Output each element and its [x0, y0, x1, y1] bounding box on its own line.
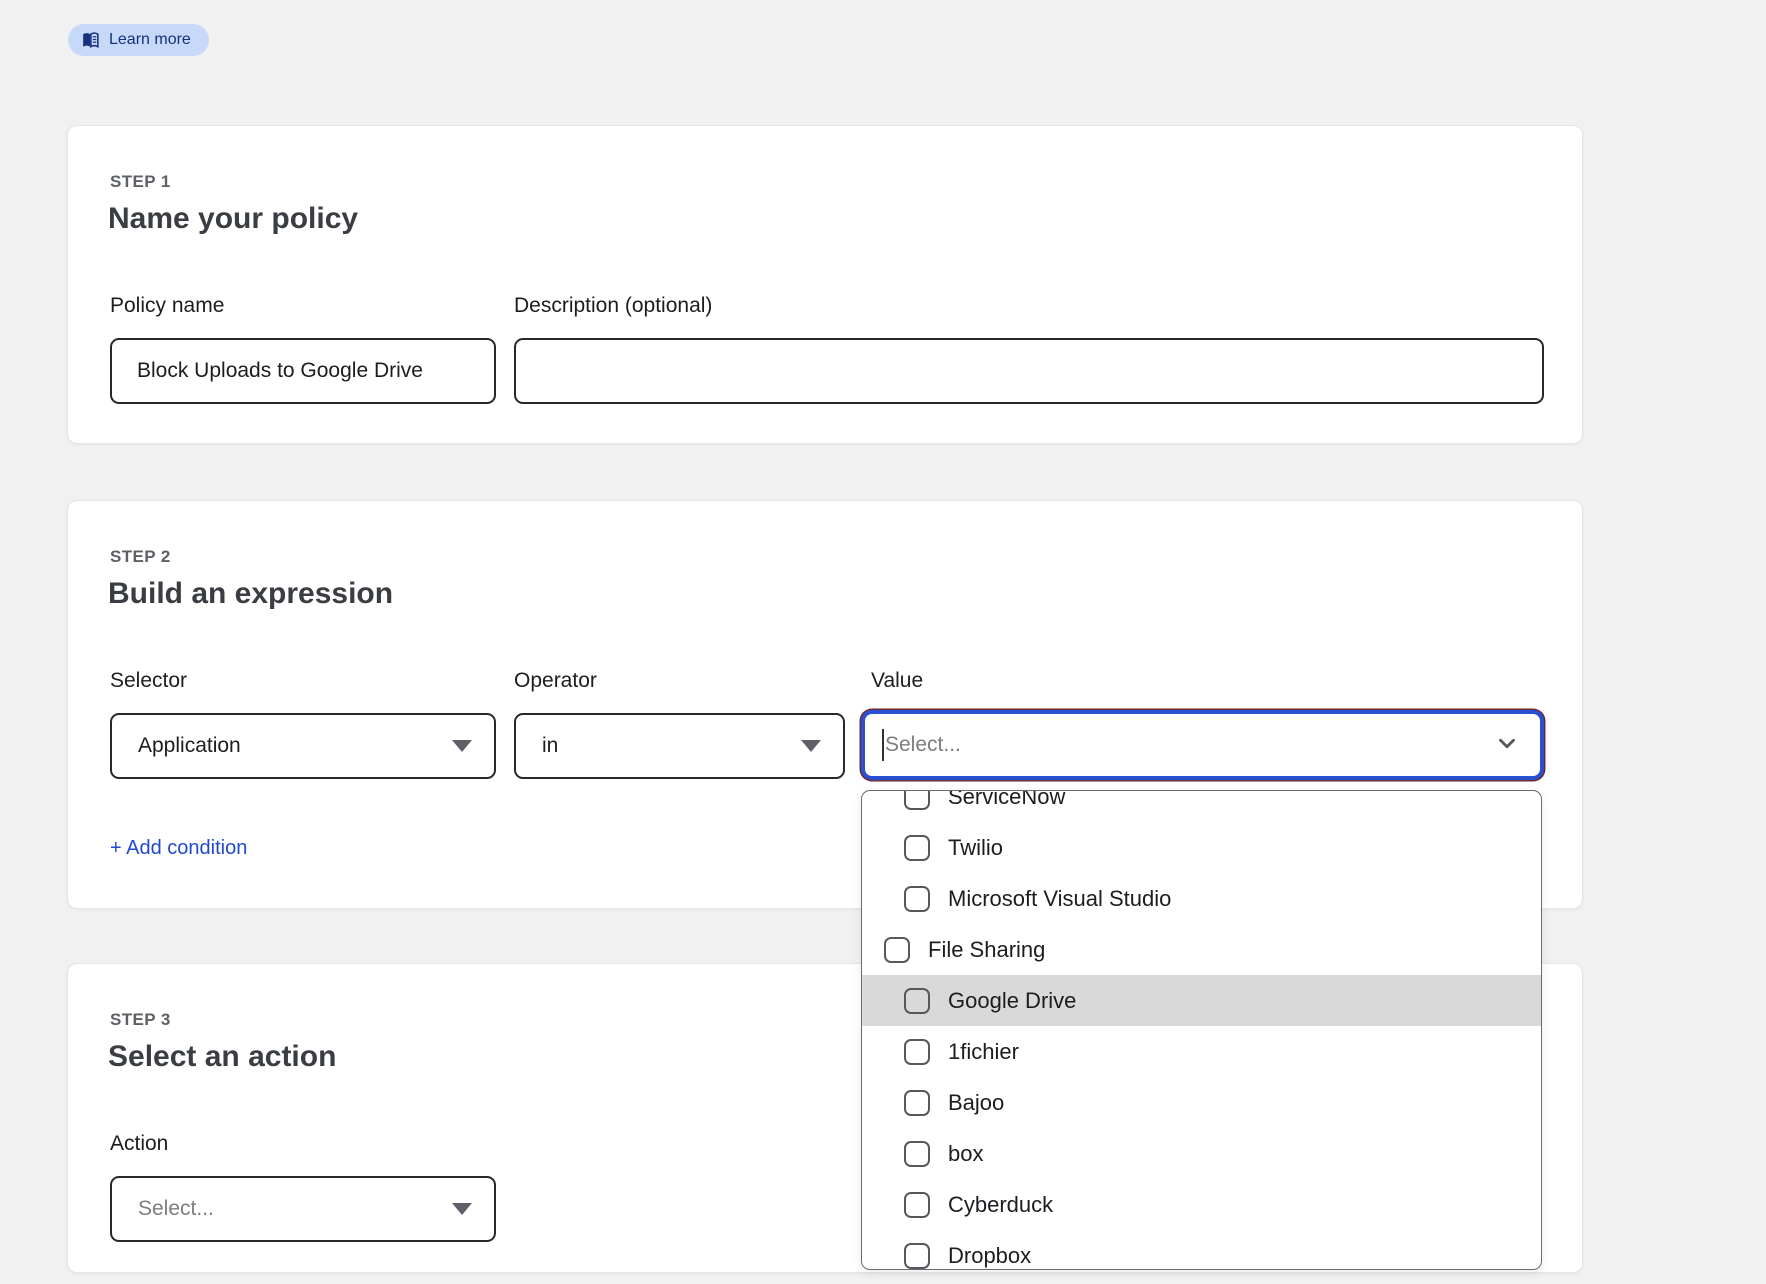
dropdown-arrow-icon [452, 1203, 472, 1215]
option-label: Bajoo [948, 1090, 1004, 1116]
checkbox[interactable] [904, 1141, 930, 1167]
checkbox[interactable] [884, 937, 910, 963]
action-label: Action [110, 1132, 496, 1156]
checkbox[interactable] [904, 1090, 930, 1116]
checkbox[interactable] [904, 790, 930, 810]
checkbox[interactable] [904, 988, 930, 1014]
dropdown-option-dropbox[interactable]: Dropbox [862, 1230, 1541, 1270]
checkbox[interactable] [904, 886, 930, 912]
selector-value: Application [138, 734, 241, 758]
option-label: 1fichier [948, 1039, 1019, 1065]
dropdown-option-microsoft-visual-studio[interactable]: Microsoft Visual Studio [862, 873, 1541, 924]
checkbox[interactable] [904, 1039, 930, 1065]
step2-title: Build an expression [108, 577, 393, 611]
operator-value: in [542, 734, 558, 758]
option-label: File Sharing [928, 937, 1045, 963]
option-label: ServiceNow [948, 790, 1065, 810]
step3-step-label: STEP 3 [110, 1010, 171, 1030]
value-search-input[interactable] [865, 733, 1494, 757]
value-label: Value [871, 669, 923, 693]
dropdown-option-cyberduck[interactable]: Cyberduck [862, 1179, 1541, 1230]
description-input[interactable] [514, 338, 1544, 404]
policy-name-label: Policy name [110, 294, 496, 318]
option-label: Microsoft Visual Studio [948, 886, 1171, 912]
option-label: Dropbox [948, 1243, 1031, 1269]
page: Learn more STEP 1 Name your policy Polic… [0, 0, 1766, 1284]
selector-label: Selector [110, 669, 496, 693]
step2-step-label: STEP 2 [110, 547, 171, 567]
dropdown-option-1fichier[interactable]: 1fichier [862, 1026, 1541, 1077]
dropdown-option-file-sharing[interactable]: File Sharing [862, 924, 1541, 975]
step1-card: STEP 1 Name your policy Policy name Desc… [67, 125, 1583, 444]
learn-more-button[interactable]: Learn more [68, 24, 209, 56]
book-icon [81, 32, 100, 49]
value-select[interactable] [861, 710, 1544, 780]
selector-select[interactable]: Application [110, 713, 496, 779]
step1-title: Name your policy [108, 202, 358, 236]
dropdown-option-twilio[interactable]: Twilio [862, 822, 1541, 873]
option-label: box [948, 1141, 983, 1167]
option-label: Twilio [948, 835, 1003, 861]
dropdown-option-bajoo[interactable]: Bajoo [862, 1077, 1541, 1128]
option-label: Cyberduck [948, 1192, 1053, 1218]
chevron-down-icon [1494, 730, 1520, 761]
action-placeholder: Select... [138, 1197, 214, 1221]
application-option-list: ServiceNow Twilio Microsoft Visual Studi… [862, 790, 1541, 1270]
dropdown-arrow-icon [801, 740, 821, 752]
operator-label: Operator [514, 669, 845, 693]
checkbox[interactable] [904, 1243, 930, 1269]
add-condition-link[interactable]: + Add condition [110, 837, 247, 860]
learn-more-label: Learn more [109, 31, 191, 49]
step3-title: Select an action [108, 1040, 336, 1074]
dropdown-option-google-drive[interactable]: Google Drive [862, 975, 1541, 1026]
application-dropdown: ServiceNow Twilio Microsoft Visual Studi… [861, 790, 1542, 1270]
checkbox[interactable] [904, 835, 930, 861]
checkbox[interactable] [904, 1192, 930, 1218]
dropdown-option-servicenow[interactable]: ServiceNow [862, 790, 1541, 822]
action-select[interactable]: Select... [110, 1176, 496, 1242]
text-cursor [882, 729, 884, 761]
dropdown-option-box[interactable]: box [862, 1128, 1541, 1179]
step1-step-label: STEP 1 [110, 172, 171, 192]
description-label: Description (optional) [514, 294, 1544, 318]
option-label: Google Drive [948, 988, 1076, 1014]
dropdown-arrow-icon [452, 740, 472, 752]
policy-name-input[interactable] [110, 338, 496, 404]
operator-select[interactable]: in [514, 713, 845, 779]
